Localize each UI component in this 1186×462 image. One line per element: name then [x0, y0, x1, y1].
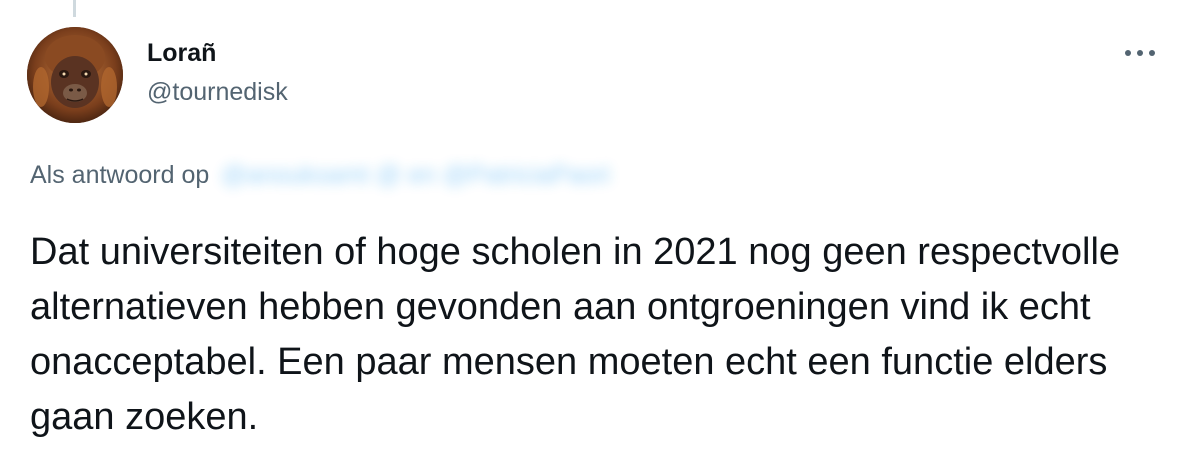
- tweet-text: Dat universiteiten of hoge scholen in 20…: [30, 231, 1121, 438]
- avatar[interactable]: [27, 27, 123, 123]
- reply-context: Als antwoord op @anouksamt @ en @Patrici…: [30, 161, 610, 190]
- author-display-name[interactable]: Lorañ: [147, 39, 216, 68]
- reply-label: Als antwoord op: [30, 161, 210, 189]
- thread-connector-line: [73, 0, 76, 17]
- reply-target-mentions[interactable]: @anouksamt @ en @PatriciaPaori: [221, 161, 610, 190]
- orangutan-avatar-icon: [27, 27, 123, 123]
- author-handle[interactable]: @tournedisk: [147, 78, 288, 107]
- tweet-card[interactable]: Lorañ @tournedisk Als antwoord op @anouk…: [0, 0, 1186, 462]
- more-horizontal-icon: [1125, 50, 1155, 56]
- more-options-button[interactable]: [1118, 38, 1162, 68]
